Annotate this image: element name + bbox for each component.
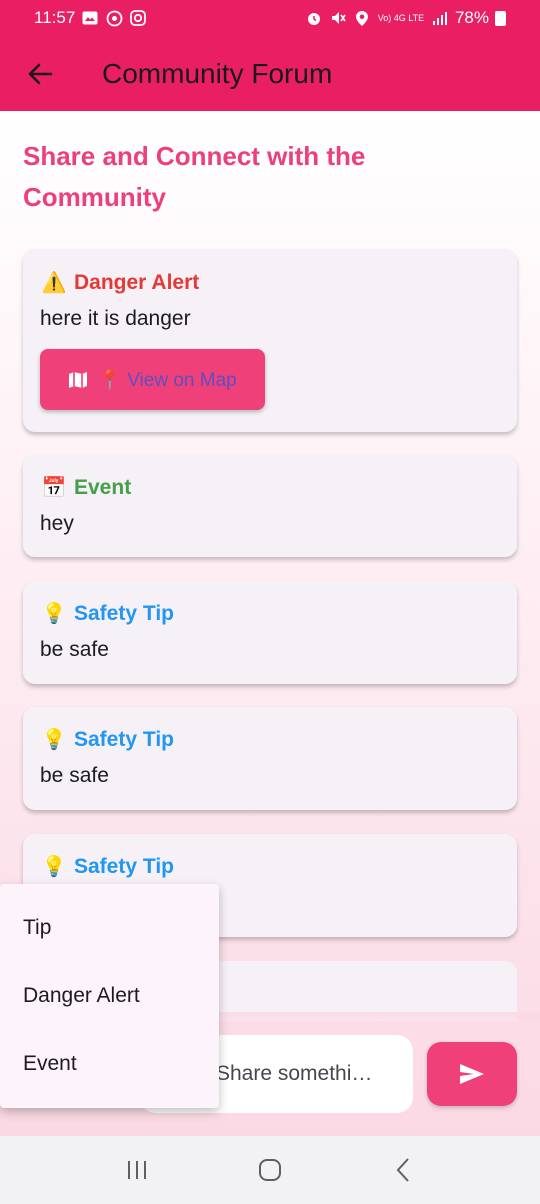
send-icon (460, 1064, 484, 1084)
post-card-tip[interactable]: 💡 Safety Tip be safe (23, 707, 517, 810)
network-label: Vo) 4G LTE (377, 13, 425, 23)
chevron-left-icon (396, 1158, 410, 1182)
post-card-danger[interactable]: ⚠️ Danger Alert here it is danger 📍 View… (23, 249, 517, 432)
post-body: hey (40, 512, 74, 535)
post-card-tip[interactable]: 💡 Safety Tip be safe (23, 581, 517, 684)
post-header: 📅 Event (40, 475, 500, 500)
menu-item-danger-alert[interactable]: Danger Alert (0, 962, 219, 1030)
post-type: Event (74, 475, 132, 499)
lightbulb-icon: 💡 (41, 603, 67, 625)
post-type: Safety Tip (74, 854, 174, 878)
post-header: ⚠️ Danger Alert (40, 270, 500, 295)
menu-item-event[interactable]: Event (0, 1030, 219, 1098)
signal-icon (431, 9, 449, 27)
post-body: be safe (40, 638, 109, 661)
instagram-icon (129, 9, 147, 27)
post-header: 💡 Safety Tip (40, 854, 500, 879)
post-type: Safety Tip (74, 601, 174, 625)
post-header: 💡 Safety Tip (40, 727, 500, 752)
post-type-dropdown[interactable]: Tip Danger Alert Event (0, 884, 219, 1108)
status-right: Vo) 4G LTE 78% (305, 8, 506, 28)
calendar-icon: 📅 (41, 477, 67, 499)
alarm-icon (305, 9, 323, 27)
post-header: 💡 Safety Tip (40, 601, 500, 626)
arrow-left-icon (28, 63, 53, 84)
share-input-placeholder: Share somethi… (216, 1062, 373, 1085)
status-bar: 11:57 Vo) 4G LTE 78% (0, 0, 540, 36)
view-on-map-label: 📍 View on Map (98, 369, 237, 391)
recents-icon (127, 1161, 146, 1179)
system-nav-bar (0, 1136, 540, 1204)
home-icon (258, 1159, 281, 1181)
view-on-map-button[interactable]: 📍 View on Map (40, 349, 265, 410)
post-card-event[interactable]: 📅 Event hey (23, 455, 517, 557)
page-title: Community Forum (102, 57, 333, 89)
warning-icon: ⚠️ (41, 272, 67, 294)
whatsapp-icon (105, 9, 123, 27)
battery-percent: 78% (454, 8, 489, 27)
forum-headline: Share and Connect with the Community (23, 141, 366, 212)
gallery-icon (81, 9, 99, 27)
send-button[interactable] (427, 1042, 517, 1106)
status-time: 11:57 (34, 8, 76, 27)
lightbulb-icon: 💡 (41, 729, 67, 751)
battery-icon (495, 10, 506, 26)
location-icon (353, 9, 371, 27)
status-left: 11:57 (34, 8, 147, 28)
back-nav-button[interactable] (373, 1140, 433, 1200)
mute-icon (329, 9, 347, 27)
menu-item-tip[interactable]: Tip (0, 894, 219, 962)
back-button[interactable] (0, 36, 80, 111)
app-bar: Community Forum (0, 36, 540, 111)
home-button[interactable] (240, 1140, 300, 1200)
lightbulb-icon: 💡 (41, 856, 67, 878)
map-icon (69, 371, 88, 388)
post-type: Danger Alert (74, 270, 200, 294)
recents-button[interactable] (107, 1140, 167, 1200)
post-body: here it is danger (40, 307, 191, 330)
post-type: Safety Tip (74, 727, 174, 751)
post-body: be safe (40, 764, 109, 787)
